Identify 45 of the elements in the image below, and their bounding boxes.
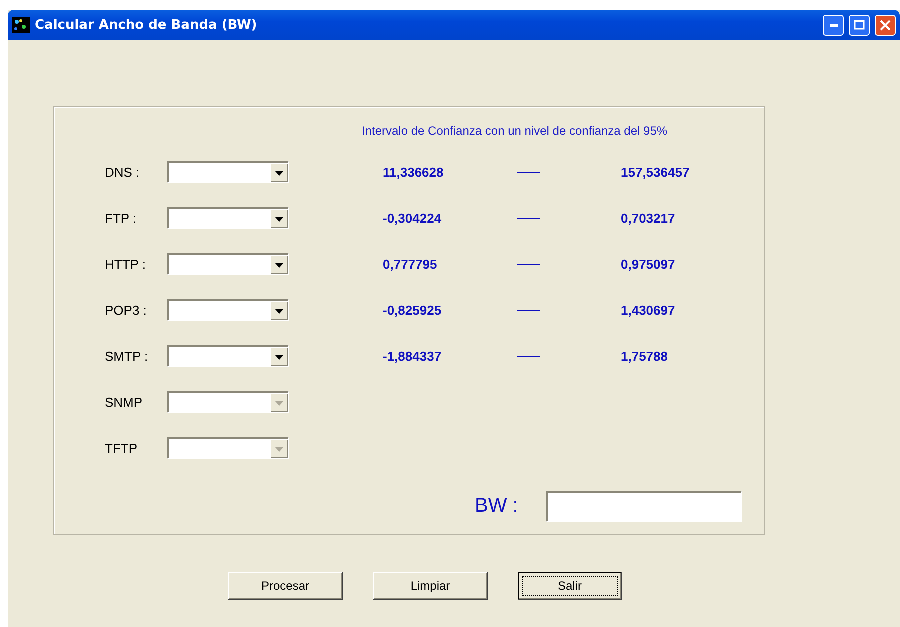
action-button[interactable]: Salir: [518, 572, 622, 600]
close-button[interactable]: [875, 14, 896, 36]
protocol-dropdown[interactable]: [167, 253, 289, 275]
maximize-button[interactable]: [849, 14, 870, 36]
dropdown-arrow-icon: [275, 170, 284, 176]
upper-bound: 1,75788: [621, 348, 668, 364]
dropdown-arrow-icon: [275, 354, 284, 360]
upper-bound: 1,430697: [621, 302, 676, 318]
protocol-dropdown[interactable]: [167, 207, 289, 229]
maximize-icon: [854, 20, 865, 30]
dropdown-arrow-icon: [275, 308, 284, 314]
protocol-label: SMTP :: [105, 348, 150, 364]
bw-field[interactable]: [546, 491, 742, 522]
upper-bound: 0,975097: [621, 256, 676, 272]
upper-bound: 0,703217: [621, 210, 676, 226]
upper-bound: 157,536457: [621, 164, 690, 180]
protocol-dropdown[interactable]: [167, 437, 289, 459]
protocol-label: FTP :: [105, 210, 138, 226]
dropdown-arrow-icon: [275, 446, 284, 452]
close-icon: [880, 20, 891, 30]
dropdown-arrow-icon: [275, 262, 284, 268]
lower-bound: 11,336628: [383, 164, 445, 180]
protocol-dropdown[interactable]: [167, 161, 289, 183]
protocol-label: DNS :: [105, 164, 141, 180]
interval-heading: Intervalo de Confianza con un nivel de confianza del 95%: [362, 124, 669, 138]
protocol-dropdown[interactable]: [167, 299, 289, 321]
bw-label: BW :: [475, 495, 518, 518]
lower-bound: 0,777795: [383, 256, 438, 272]
lower-bound: -1,884337: [383, 348, 443, 364]
window-title: Calcular Ancho de Banda (BW): [35, 18, 258, 32]
minimize-icon: [830, 24, 838, 26]
lower-bound: -0,825925: [383, 302, 443, 318]
app-icon: [12, 17, 30, 33]
minimize-button[interactable]: [823, 14, 844, 36]
dropdown-arrow-icon: [275, 216, 284, 222]
protocol-dropdown[interactable]: [167, 391, 289, 413]
action-button[interactable]: Limpiar: [373, 572, 488, 600]
lower-bound: -0,304224: [383, 210, 443, 226]
protocol-label: POP3 :: [105, 302, 148, 318]
protocol-dropdown[interactable]: [167, 345, 289, 367]
dropdown-arrow-icon: [275, 400, 284, 406]
protocol-label: TFTP: [105, 440, 138, 456]
protocol-label: SNMP: [105, 394, 144, 410]
action-button[interactable]: Procesar: [228, 572, 343, 600]
protocol-label: HTTP :: [105, 256, 147, 272]
